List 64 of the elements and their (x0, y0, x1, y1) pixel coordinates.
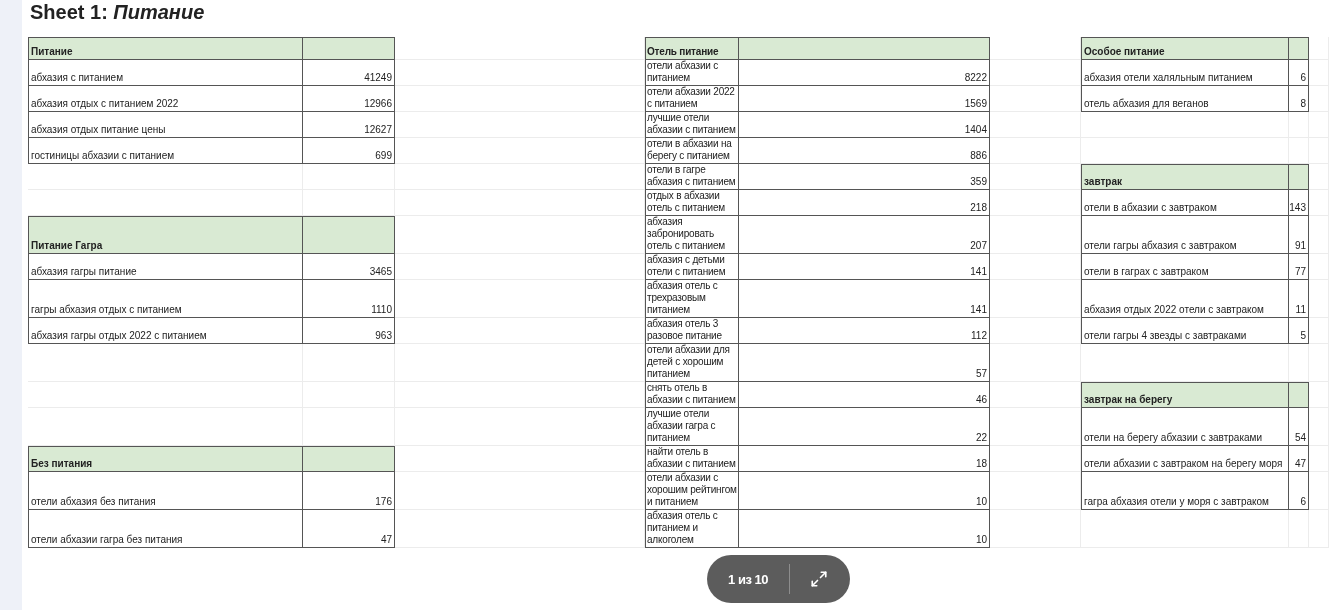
count-cell: 218 (739, 190, 990, 216)
count-cell: 5 (1289, 318, 1309, 344)
count-cell: 57 (739, 344, 990, 382)
count-cell: 359 (739, 164, 990, 190)
count-cell: 77 (1289, 254, 1309, 280)
section-header: завтрак (1081, 164, 1289, 190)
keyword-cell: отели на берегу абхазии с завтраками (1081, 408, 1289, 446)
count-cell: 54 (1289, 408, 1309, 446)
count-cell: 141 (739, 280, 990, 318)
page-indicator: 1 из 10 (727, 571, 769, 587)
count-cell: 1404 (739, 112, 990, 138)
count-cell: 22 (739, 408, 990, 446)
section-header: Без питания (28, 446, 303, 472)
count-cell: 41249 (303, 60, 395, 86)
count-cell: 963 (303, 318, 395, 344)
keyword-cell: отель абхазия для веганов (1081, 86, 1289, 112)
keyword-cell: отели в гаграх с завтраком (1081, 254, 1289, 280)
count-cell: 10 (739, 510, 990, 548)
keyword-cell: гагры абхазия отдых с питанием (28, 280, 303, 318)
keyword-cell: абхазия отдых 2022 отели с завтраком (1081, 280, 1289, 318)
count-cell: 8 (1289, 86, 1309, 112)
count-cell: 47 (303, 510, 395, 548)
sheet-title: Sheet 1: Питание (29, 0, 206, 25)
keyword-cell: абхазия гагры отдых 2022 с питанием (28, 318, 303, 344)
keyword-cell: абхазия отдых питание цены (28, 112, 303, 138)
count-cell: 12627 (303, 112, 395, 138)
count-cell: 10 (739, 472, 990, 510)
keyword-cell: абхазия отель с питанием и алкоголем (645, 510, 739, 548)
count-cell: 1569 (739, 86, 990, 112)
count-cell: 3465 (303, 254, 395, 280)
count-cell: 176 (303, 472, 395, 510)
keyword-cell: гостиницы абхазии с питанием (28, 138, 303, 164)
keyword-cell: абхазия гагры питание (28, 254, 303, 280)
keyword-cell: абхазия с питанием (28, 60, 303, 86)
count-cell: 18 (739, 446, 990, 472)
count-cell: 1110 (303, 280, 395, 318)
count-cell: 143 (1289, 190, 1309, 216)
section-header: Особое питание (1081, 37, 1289, 60)
count-cell: 8222 (739, 60, 990, 86)
section-header: Отель питание (645, 37, 739, 60)
keyword-cell: отели абхазии с завтраком на берегу моря (1081, 446, 1289, 472)
count-cell: 46 (739, 382, 990, 408)
count-cell: 91 (1289, 216, 1309, 254)
keyword-cell: отели в абхазии с завтраком (1081, 190, 1289, 216)
keyword-cell: отели гагры абхазия с завтраком (1081, 216, 1289, 254)
count-cell: 6 (1289, 472, 1309, 510)
keyword-cell: отели гагры 4 звезды с завтраками (1081, 318, 1289, 344)
keyword-cell: абхазия отдых с питанием 2022 (28, 86, 303, 112)
count-cell: 112 (739, 318, 990, 344)
keyword-cell: абхазия отели халяльным питанием (1081, 60, 1289, 86)
count-cell: 699 (303, 138, 395, 164)
count-cell: 11 (1289, 280, 1309, 318)
section-header: Питание (28, 37, 303, 60)
keyword-cell: отели абхазия без питания (28, 472, 303, 510)
keyword-cell: гагра абхазия отели у моря с завтраком (1081, 472, 1289, 510)
count-cell: 207 (739, 216, 990, 254)
section-header: завтрак на берегу (1081, 382, 1289, 408)
count-cell: 6 (1289, 60, 1309, 86)
count-cell: 47 (1289, 446, 1309, 472)
count-cell: 12966 (303, 86, 395, 112)
count-cell: 886 (739, 138, 990, 164)
keyword-cell: отели абхазии гагра без питания (28, 510, 303, 548)
count-cell: 141 (739, 254, 990, 280)
section-header: Питание Гагра (28, 216, 303, 254)
